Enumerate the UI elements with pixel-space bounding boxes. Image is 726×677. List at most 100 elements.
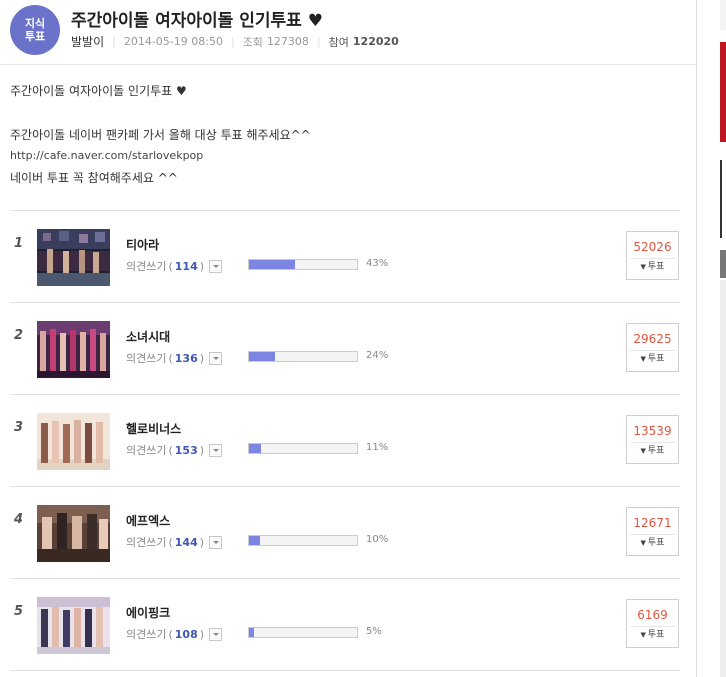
candidate-photo[interactable]	[37, 321, 110, 378]
participants-count: 122020	[352, 35, 399, 48]
adjacent-widget	[720, 160, 726, 238]
participants-label: 참여	[328, 35, 349, 49]
vote-progress-fill	[249, 628, 255, 637]
vote-box: 12671 ▼ 투표	[626, 507, 679, 556]
chevron-down-icon[interactable]	[209, 443, 223, 457]
vote-button-label: 투표	[647, 262, 665, 272]
rank-number: 4	[14, 512, 24, 527]
vote-button[interactable]: ▼ 투표	[630, 534, 675, 552]
opinion-toggle[interactable]: 의견쓰기 ( 114 )	[126, 258, 223, 274]
chevron-down-icon[interactable]	[209, 259, 223, 273]
opinion-label: 의견쓰기	[126, 628, 167, 641]
opinion-count: 153	[174, 443, 198, 457]
post-meta: 발발이 | 2014-05-19 08:50 | 조회 127308 | 참여 …	[71, 33, 399, 50]
vote-row: 3 헬로비너스 의견쓰기 ( 153 ) 11% 13539 ▼ 투표	[10, 394, 680, 486]
vote-button[interactable]: ▼ 투표	[630, 626, 675, 644]
candidate-name[interactable]: 에프엑스	[126, 512, 170, 529]
chevron-down-icon: ▼	[640, 631, 646, 639]
opinion-count: 108	[174, 627, 198, 641]
opinion-count: 144	[174, 535, 198, 549]
opinion-label: 의견쓰기	[126, 536, 167, 549]
rank-number: 2	[14, 328, 24, 343]
meta-divider: |	[230, 35, 235, 48]
vote-progress-bar	[248, 259, 358, 270]
meta-divider: |	[316, 35, 321, 48]
opinion-toggle[interactable]: 의견쓰기 ( 108 )	[126, 626, 223, 642]
adjacent-thumbnail	[720, 250, 726, 278]
paren-open: (	[168, 627, 173, 641]
page-title: 주간아이돌 여자아이돌 인기투표 ♥	[71, 11, 323, 31]
paren-close: )	[199, 351, 205, 365]
vote-row: 2 소녀시대 의견쓰기 ( 136) 24% 29625 ▼ 투표	[10, 302, 680, 394]
paren-close: )	[199, 259, 205, 273]
candidate-name[interactable]: 소녀시대	[126, 328, 170, 345]
vote-button-label: 투표	[647, 446, 665, 456]
author-link[interactable]: 발발이	[71, 33, 104, 50]
rank-number: 1	[14, 236, 24, 251]
paren-close: )	[199, 535, 205, 549]
chevron-down-icon[interactable]	[209, 535, 223, 549]
vote-progress-fill	[249, 444, 261, 453]
opinion-label: 의견쓰기	[126, 444, 167, 457]
paren-close: )	[199, 443, 205, 457]
adjacent-banner	[720, 42, 726, 142]
cafe-link[interactable]: http://cafe.naver.com/starlovekpop	[10, 149, 203, 162]
vote-button-label: 투표	[647, 354, 665, 364]
chevron-down-icon[interactable]	[209, 627, 223, 641]
vote-percent: 11%	[366, 442, 389, 453]
description-line1: 주간아이돌 여자아이돌 인기투표 ♥	[10, 84, 187, 98]
meta-divider: |	[112, 35, 116, 48]
candidate-photo[interactable]	[37, 505, 110, 562]
candidate-name[interactable]: 에이핑크	[126, 604, 170, 621]
vote-percent: 43%	[366, 258, 389, 269]
vote-row: 1 티아라 의견쓰기 (114) 43% 52026 ▼ 투표	[10, 210, 680, 302]
opinion-count: 136	[174, 351, 198, 365]
paren-open: (	[168, 259, 173, 273]
vote-row: 4 에프엑스 의견쓰기 ( 144 ) 10% 12671 ▼ 투표	[10, 486, 680, 578]
vote-progress-bar	[248, 535, 358, 546]
paren-close: )	[199, 627, 205, 641]
rank-number: 3	[14, 420, 24, 435]
badge-line1: 지식	[24, 17, 46, 30]
chevron-down-icon: ▼	[640, 447, 646, 455]
vote-box: 52026 ▼ 투표	[626, 231, 679, 280]
vote-button[interactable]: ▼ 투표	[630, 258, 675, 276]
opinion-toggle[interactable]: 의견쓰기 ( 136 )	[126, 350, 223, 366]
poll-page: 지식 투표 주간아이돌 여자아이돌 인기투표 ♥ 발발이 | 2014-05-1…	[0, 0, 696, 677]
vote-progress-fill	[249, 260, 296, 269]
views-count: 127308	[266, 35, 309, 48]
vote-count: 13539	[633, 424, 672, 438]
paren-open: (	[168, 351, 173, 365]
opinion-toggle[interactable]: 의견쓰기 ( 144 )	[126, 534, 223, 550]
vote-box: 6169 ▼ 투표	[626, 599, 679, 648]
candidate-photo[interactable]	[37, 413, 110, 470]
paren-open: (	[168, 443, 173, 457]
chevron-down-icon: ▼	[640, 539, 646, 547]
vote-box: 13539 ▼ 투표	[626, 415, 679, 464]
chevron-down-icon[interactable]	[209, 351, 223, 365]
chevron-down-icon: ▼	[640, 355, 646, 363]
vote-button-label: 투표	[647, 538, 665, 548]
vote-count: 12671	[633, 516, 672, 530]
candidate-name[interactable]: 헬로비너스	[126, 420, 181, 437]
candidate-photo[interactable]	[37, 229, 110, 286]
vote-button-label: 투표	[647, 630, 665, 640]
vote-progress-bar	[248, 627, 358, 638]
opinion-toggle[interactable]: 의견쓰기 ( 153 )	[126, 442, 223, 458]
opinion-count: 114	[174, 259, 198, 273]
vote-progress-fill	[249, 352, 275, 361]
header-divider	[0, 64, 696, 65]
candidate-photo[interactable]	[37, 597, 110, 654]
adjacent-panel-top	[720, 0, 726, 30]
views-label: 조회	[242, 35, 263, 49]
vote-count: 6169	[637, 608, 668, 622]
vote-progress-bar	[248, 443, 358, 454]
chevron-down-icon: ▼	[640, 263, 646, 271]
vote-percent: 10%	[366, 534, 389, 545]
candidate-name[interactable]: 티아라	[126, 236, 159, 253]
vote-button[interactable]: ▼ 투표	[630, 350, 675, 368]
vote-row: 5 에이핑크 의견쓰기 ( 108 ) 5% 6169 ▼ 투표	[10, 578, 680, 670]
post-date: 2014-05-19 08:50	[123, 35, 223, 48]
vote-button[interactable]: ▼ 투표	[630, 442, 675, 460]
opinion-label: 의견쓰기	[126, 352, 167, 365]
